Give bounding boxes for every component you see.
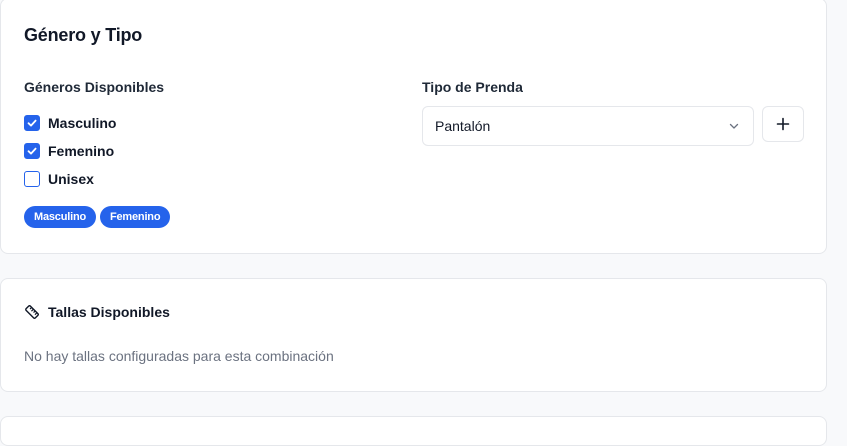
plus-icon: [776, 117, 790, 131]
sizes-empty-message: No hay tallas configuradas para esta com…: [24, 348, 334, 364]
gender-option-unisex[interactable]: Unisex: [24, 165, 116, 193]
check-icon: [27, 147, 37, 155]
add-garment-type-button[interactable]: [762, 106, 804, 142]
gender-option-label: Femenino: [48, 143, 115, 159]
gender-option-label: Unisex: [48, 171, 94, 187]
gender-option-femenino[interactable]: Femenino: [24, 137, 116, 165]
gender-badge: Femenino: [100, 206, 171, 228]
genders-checkbox-group: Masculino Femenino Unisex: [24, 109, 116, 193]
sizes-card: Tallas Disponibles No hay tallas configu…: [0, 278, 827, 392]
gender-type-card: Género y Tipo Géneros Disponibles Mascul…: [0, 0, 827, 254]
check-icon: [27, 119, 37, 127]
gender-option-masculino[interactable]: Masculino: [24, 109, 116, 137]
checkbox-checked[interactable]: [24, 115, 40, 131]
gender-badge: Masculino: [24, 206, 96, 228]
sizes-header: Tallas Disponibles: [24, 304, 170, 320]
checkbox-unchecked[interactable]: [24, 171, 40, 187]
checkbox-checked[interactable]: [24, 143, 40, 159]
section-title: Género y Tipo: [24, 25, 143, 45]
garment-type-select[interactable]: Pantalón: [422, 106, 754, 146]
chevron-down-icon: [727, 119, 741, 133]
ruler-icon: [24, 304, 40, 320]
next-card: [0, 416, 827, 446]
sizes-title: Tallas Disponibles: [48, 304, 170, 320]
garment-type-label: Tipo de Prenda: [422, 79, 523, 95]
selected-genders-badges: Masculino Femenino: [24, 206, 171, 228]
gender-option-label: Masculino: [48, 115, 117, 131]
garment-type-value: Pantalón: [435, 118, 491, 134]
genders-label: Géneros Disponibles: [24, 79, 165, 95]
